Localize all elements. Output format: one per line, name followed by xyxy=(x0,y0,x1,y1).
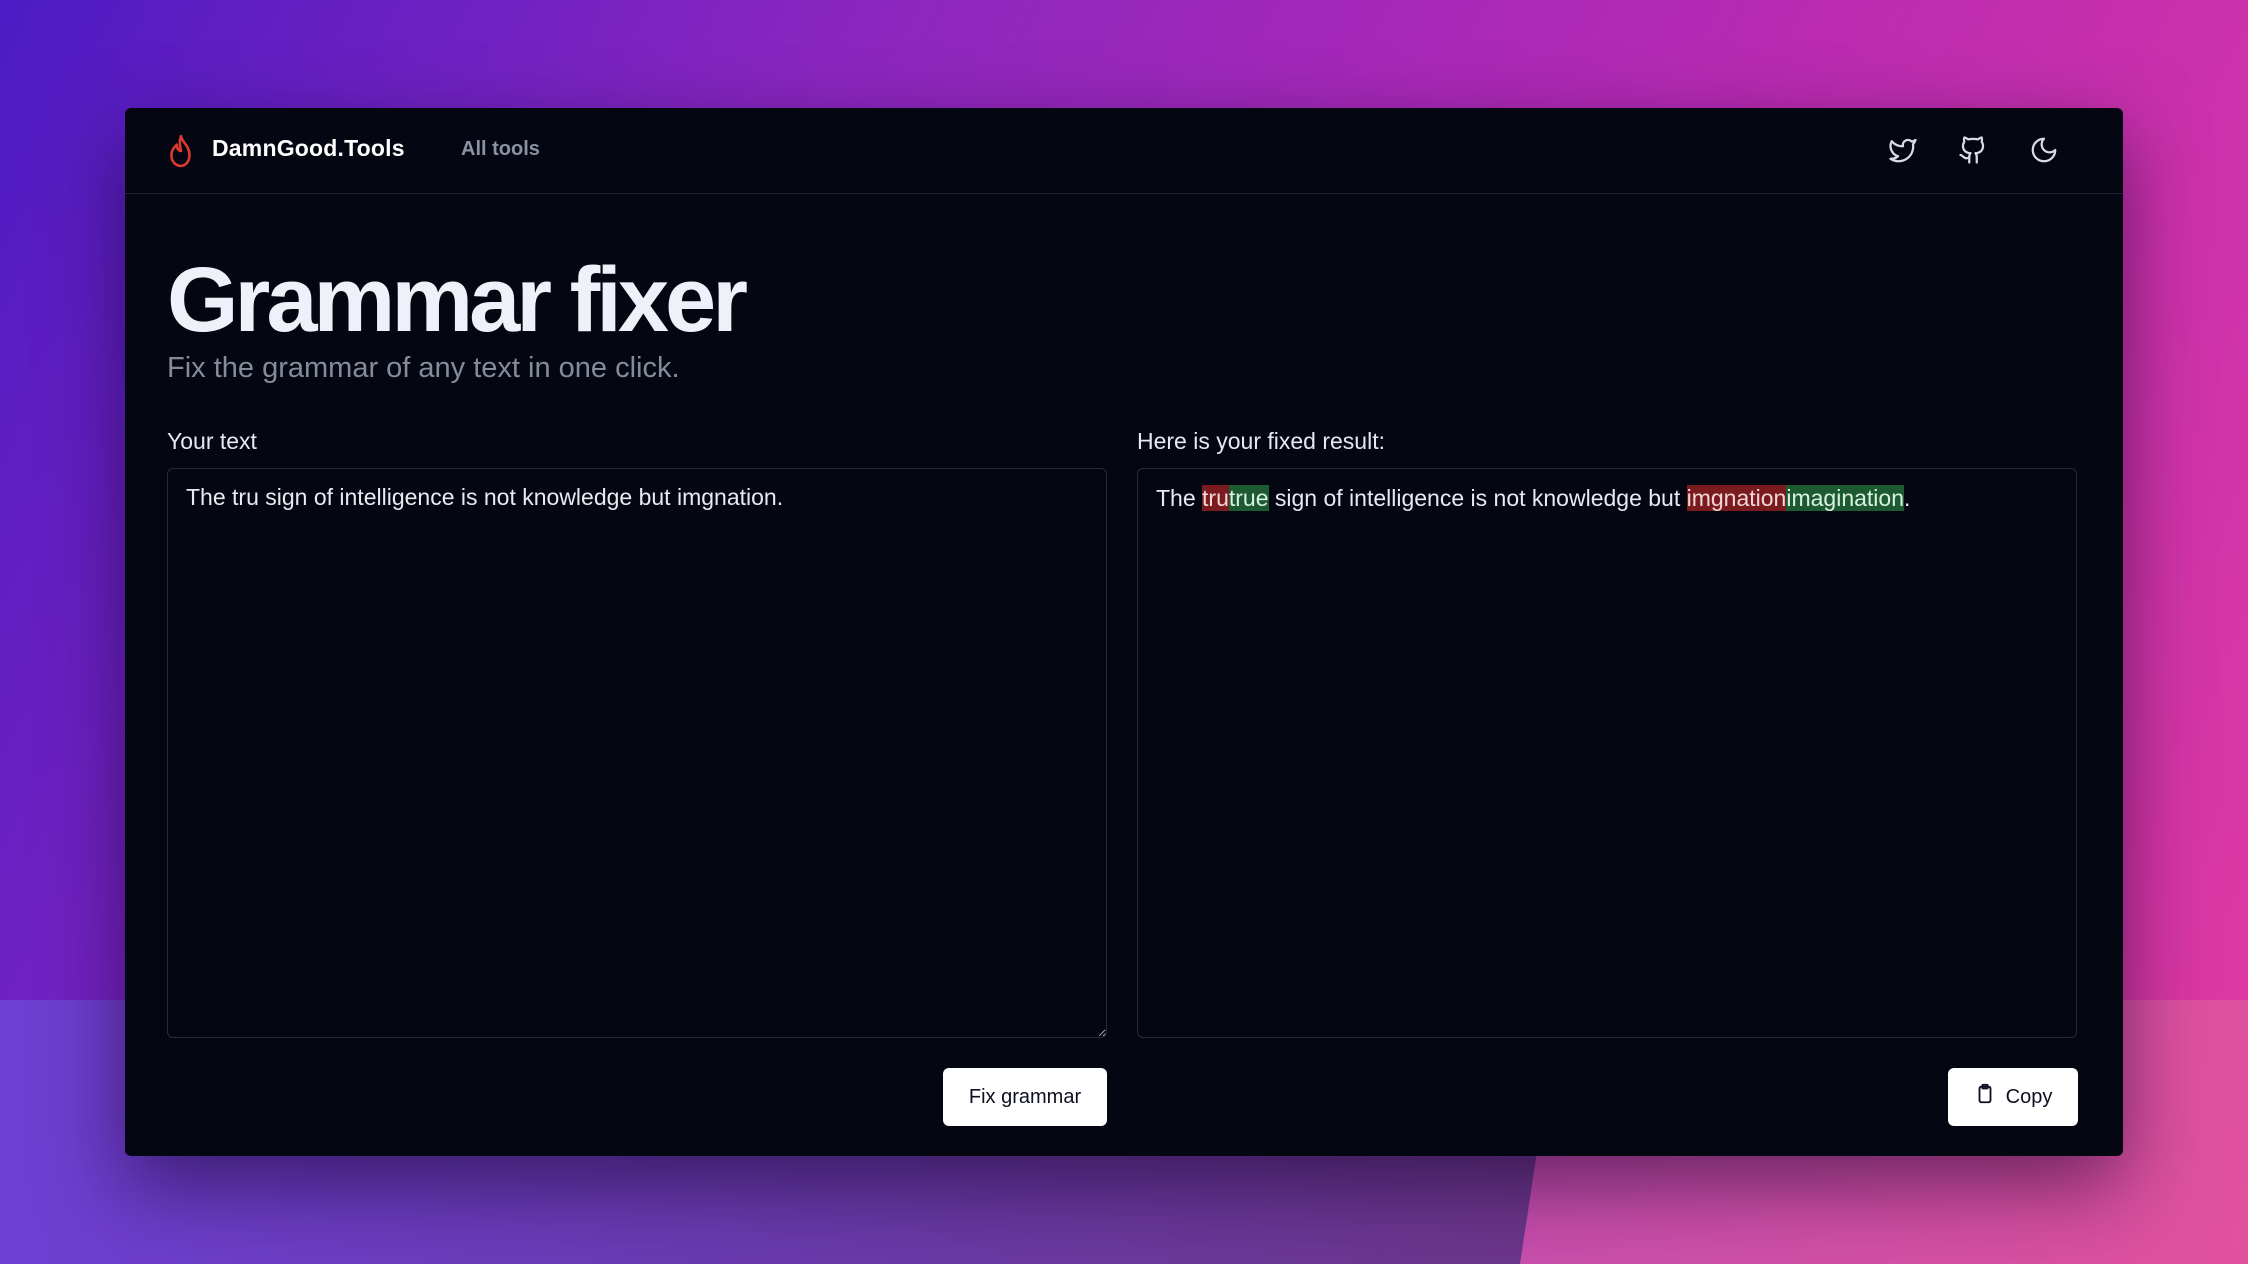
moon-icon[interactable] xyxy=(2026,132,2062,168)
app-window: DamnGood.Tools All tools Grammar fixer F… xyxy=(125,108,2123,1156)
github-icon[interactable] xyxy=(1955,132,1991,168)
fix-grammar-button[interactable]: Fix grammar xyxy=(943,1068,1107,1126)
all-tools-link[interactable]: All tools xyxy=(461,138,540,161)
input-label: Your text xyxy=(167,428,257,454)
copy-label: Copy xyxy=(2005,1085,2053,1108)
result-panel[interactable]: The trutrue sign of intelligence is not … xyxy=(1137,468,2077,1038)
removed-text: imgnation xyxy=(1686,485,1787,511)
top-navigation-bar: DamnGood.Tools All tools xyxy=(125,108,2123,194)
brand-name[interactable]: DamnGood.Tools xyxy=(212,135,405,162)
added-text: imagination xyxy=(1786,485,1904,511)
result-text: The trutrue sign of intelligence is not … xyxy=(1138,469,2076,528)
clipboard-icon xyxy=(1974,1083,1996,1111)
unchanged-text: The xyxy=(1156,485,1203,511)
page-subtitle: Fix the grammar of any text in one click… xyxy=(167,352,680,384)
result-label: Here is your fixed result: xyxy=(1137,428,1385,454)
fix-grammar-label: Fix grammar xyxy=(968,1085,1082,1108)
page-title: Grammar fixer xyxy=(167,249,748,351)
twitter-icon[interactable] xyxy=(1885,132,1921,168)
flame-icon[interactable] xyxy=(168,134,194,168)
unchanged-text: . xyxy=(1904,485,1911,511)
text-input[interactable]: The tru sign of intelligence is not know… xyxy=(167,468,1107,1038)
added-text: true xyxy=(1228,485,1269,511)
copy-button[interactable]: Copy xyxy=(1948,1068,2078,1126)
unchanged-text: sign of intelligence is not knowledge bu… xyxy=(1268,485,1687,511)
removed-text: tru xyxy=(1202,485,1229,511)
